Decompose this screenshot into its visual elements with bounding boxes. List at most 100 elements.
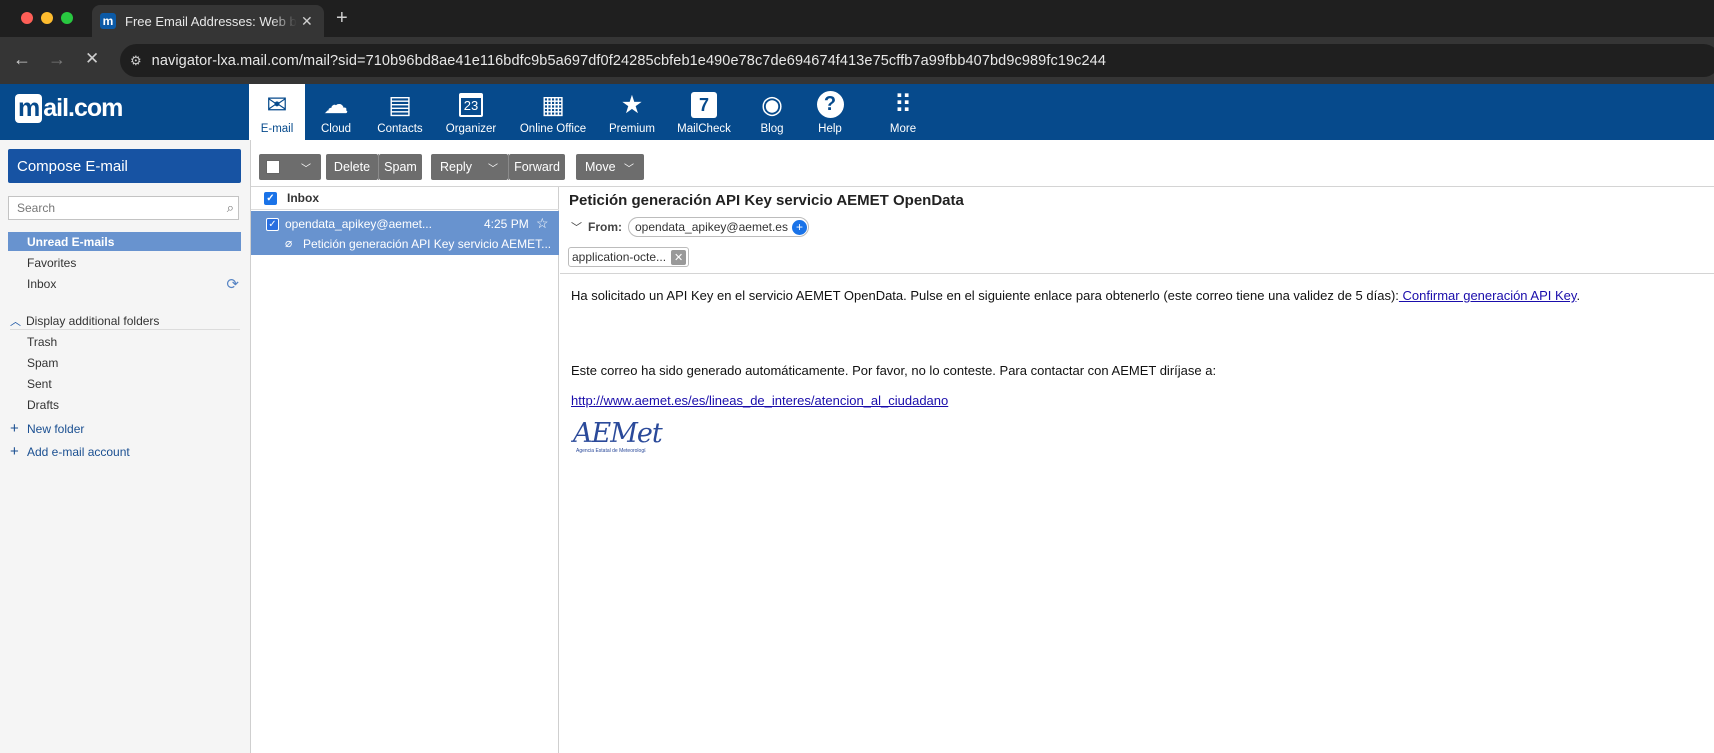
nav-label: MailCheck <box>677 123 731 135</box>
nav-contacts[interactable]: ▤ Contacts <box>372 84 428 140</box>
chevron-down-icon[interactable]: ﹀ <box>488 160 498 175</box>
sidebar-item-inbox[interactable]: Inbox ⟳ <box>8 274 241 293</box>
mailcheck-icon: 7 <box>691 92 717 118</box>
calendar-icon: 23 <box>459 93 483 117</box>
add-email-account-link[interactable]: + Add e-mail account <box>10 443 130 460</box>
back-arrow-icon[interactable]: ← <box>13 49 31 70</box>
email-paragraph-2: Este correo ha sido generado automáticam… <box>571 363 1217 378</box>
sidebar-item-sent[interactable]: Sent <box>8 374 241 393</box>
nav-more[interactable]: ⠿ More <box>880 84 926 140</box>
forward-arrow-icon[interactable]: → <box>48 49 66 70</box>
nav-label: Contacts <box>377 123 423 135</box>
tab-title: Free Email Addresses: Web b <box>125 13 297 29</box>
select-all-inbox-checkbox[interactable]: ✓ <box>264 191 277 205</box>
chevron-down-icon: ﹀ <box>301 163 311 175</box>
nav-mailcheck[interactable]: 7 MailCheck <box>674 84 734 140</box>
nav-label: More <box>889 123 917 135</box>
aemet-logo-subtext: Agencia Estatal de Meteorología <box>576 448 646 454</box>
url-text[interactable]: navigator-lxa.mail.com/mail?sid=710b96bd… <box>152 53 1106 69</box>
nav-online-office[interactable]: ▦ Online Office <box>516 84 590 140</box>
refresh-icon[interactable]: ⟳ <box>226 275 239 293</box>
nav-blog[interactable]: ◉ Blog <box>750 84 794 140</box>
search-input[interactable]: Search ⌕ <box>8 196 239 220</box>
close-tab-icon[interactable]: ✕ <box>301 13 313 30</box>
new-tab-icon[interactable]: + <box>336 7 348 30</box>
delete-button[interactable]: Delete <box>326 154 378 180</box>
chevron-down-icon[interactable]: ﹀ <box>571 219 582 235</box>
chevron-up-icon: ︿ <box>10 315 21 328</box>
search-icon[interactable]: ⌕ <box>227 200 234 216</box>
add-contact-icon[interactable]: + <box>791 219 807 235</box>
nav-label: Blog <box>760 123 784 135</box>
move-label: Move <box>585 160 616 174</box>
nav-email[interactable]: ✉ E-mail <box>249 84 305 140</box>
nav-label: Cloud <box>320 123 352 135</box>
message-checkbox[interactable]: ✓ <box>266 218 279 231</box>
paragraph-end: . <box>1576 288 1581 303</box>
site-settings-icon[interactable]: ⚙ <box>130 53 142 69</box>
compose-button[interactable]: Compose E-mail <box>8 149 241 183</box>
help-icon: ? <box>816 91 844 118</box>
new-folder-link[interactable]: + New folder <box>10 420 84 437</box>
select-all-checkbox[interactable] <box>266 160 280 174</box>
sender-chip[interactable]: opendata_apikey@aemet.es + <box>628 217 809 237</box>
star-icon[interactable]: ☆ <box>536 215 549 232</box>
select-all-dropdown[interactable]: ﹀ <box>259 154 321 180</box>
minimize-window-button[interactable] <box>41 12 53 24</box>
nav-label: Organizer <box>445 123 497 135</box>
sidebar-item-trash[interactable]: Trash <box>8 332 241 351</box>
spam-button[interactable]: Spam <box>379 154 422 180</box>
forward-button[interactable]: Forward <box>509 154 565 180</box>
mailcom-logo[interactable]: m ail.com <box>15 94 123 123</box>
sidebar-item-spam[interactable]: Spam <box>8 353 241 372</box>
move-button[interactable]: Move ﹀ <box>576 154 644 180</box>
chevron-down-icon: ﹀ <box>624 163 634 175</box>
confirm-api-key-link[interactable]: Confirmar generación API Key <box>1399 288 1577 303</box>
mail-header: m ail.com ✉ E-mail ☁ Cloud ▤ Contacts 23 … <box>0 84 1714 140</box>
message-sender: opendata_apikey@aemet... <box>285 217 432 231</box>
mailcom-favicon-icon: m <box>100 13 116 29</box>
close-icon[interactable]: ✕ <box>671 249 687 265</box>
browser-tab[interactable]: m Free Email Addresses: Web b ✕ <box>92 5 324 37</box>
action-label: New folder <box>27 421 85 436</box>
paragraph-text: Ha solicitado un API Key en el servicio … <box>571 288 1399 303</box>
nav-help[interactable]: ? Help <box>808 84 852 140</box>
from-label: From: <box>588 220 622 234</box>
nav-label: E-mail <box>260 123 294 135</box>
sidebar-item-label: Inbox <box>27 276 57 291</box>
attachment-chip[interactable]: application-octe... ✕ <box>568 247 690 267</box>
action-label: Add e-mail account <box>27 444 130 459</box>
envelope-icon: ✉ <box>266 91 288 119</box>
nav-label: Premium <box>608 123 655 135</box>
sender-address: opendata_apikey@aemet.es <box>635 220 788 234</box>
reply-label: Reply <box>440 160 472 174</box>
office-icon: ▦ <box>541 91 565 119</box>
contacts-icon: ▤ <box>388 91 412 119</box>
paperclip-icon: ⌀ <box>285 236 293 250</box>
sidebar: Compose E-mail Search ⌕ Unread E-mails F… <box>0 140 251 753</box>
message-subject: Petición generación API Key servicio AEM… <box>303 237 552 251</box>
display-additional-folders-toggle[interactable]: ︿ Display additional folders <box>10 312 240 330</box>
nav-label: Help <box>818 123 842 135</box>
sidebar-item-favorites[interactable]: Favorites <box>8 253 241 272</box>
reading-pane: Petición generación API Key servicio AEM… <box>560 187 1714 753</box>
grid-icon: ⠿ <box>893 91 913 119</box>
sidebar-item-drafts[interactable]: Drafts <box>8 395 241 414</box>
list-item[interactable]: ✓ opendata_apikey@aemet... 4:25 PM ☆ ⌀ P… <box>251 211 559 255</box>
lightbulb-icon: ◉ <box>761 91 783 119</box>
aemet-contact-link[interactable]: http://www.aemet.es/es/lineas_de_interes… <box>571 393 948 408</box>
nav-organizer[interactable]: 23 Organizer <box>440 84 502 140</box>
email-paragraph-1: Ha solicitado un API Key en el servicio … <box>571 288 1580 303</box>
address-bar[interactable]: ⚙ navigator-lxa.mail.com/mail?sid=710b96… <box>120 44 1714 77</box>
sidebar-item-unread[interactable]: Unread E-mails <box>8 232 241 251</box>
logo-text: ail.com <box>43 94 123 122</box>
reply-button[interactable]: Reply ﹀ <box>431 154 508 180</box>
nav-premium[interactable]: ★ Premium <box>605 84 659 140</box>
message-time: 4:25 PM <box>484 217 529 231</box>
plus-icon: + <box>10 420 19 437</box>
stop-loading-icon[interactable]: ✕ <box>85 49 99 69</box>
nav-cloud[interactable]: ☁ Cloud <box>311 84 361 140</box>
close-window-button[interactable] <box>21 12 33 24</box>
browser-tab-bar: m Free Email Addresses: Web b ✕ + <box>0 0 1714 37</box>
maximize-window-button[interactable] <box>61 12 73 24</box>
